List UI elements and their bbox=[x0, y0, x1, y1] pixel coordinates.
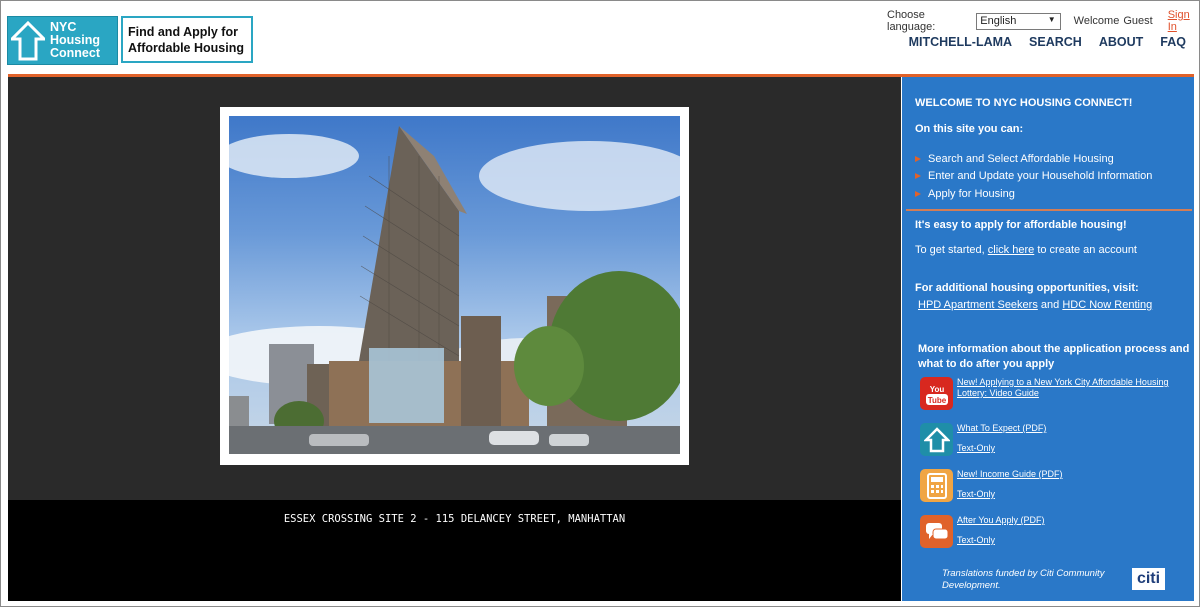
easy-apply-title: It's easy to apply for affordable housin… bbox=[915, 219, 1127, 231]
language-value: English bbox=[980, 14, 1017, 27]
income-guide-link[interactable]: New! Income Guide (PDF) Text-Only bbox=[957, 469, 1063, 500]
bullet-arrow-icon bbox=[915, 155, 921, 162]
main-nav: MITCHELL-LAMA SEARCH ABOUT FAQ bbox=[909, 35, 1186, 49]
hdc-now-renting-link[interactable]: HDC Now Renting bbox=[1062, 299, 1152, 311]
logo-badge[interactable]: NYC Housing Connect bbox=[7, 16, 118, 65]
create-account-link[interactable]: click here bbox=[988, 244, 1034, 256]
choose-language-label: Choose language: bbox=[887, 9, 936, 33]
easy-apply-title-text: It's easy to apply for affordable housin… bbox=[915, 219, 1127, 231]
citi-logo: citi bbox=[1132, 568, 1165, 590]
get-started-suffix: to create an account bbox=[1037, 244, 1137, 256]
chat-icon bbox=[920, 515, 953, 548]
house-icon bbox=[8, 16, 48, 65]
partner-links: HPD Apartment Seekers and HDC Now Rentin… bbox=[918, 299, 1152, 311]
language-select[interactable]: English ▼ bbox=[976, 12, 1061, 30]
resource-after-you-apply[interactable]: After You Apply (PDF) Text-Only bbox=[920, 515, 1045, 548]
additional-title: For additional housing opportunities, vi… bbox=[915, 282, 1139, 294]
feature-list: Search and Select Affordable Housing Ent… bbox=[915, 150, 1152, 203]
youtube-icon: You Tube bbox=[920, 377, 953, 410]
resource-label: After You Apply (PDF) bbox=[957, 515, 1045, 525]
svg-text:Tube: Tube bbox=[927, 396, 946, 405]
and-text: and bbox=[1040, 299, 1060, 311]
hpd-apartment-seekers-link[interactable]: HPD Apartment Seekers bbox=[918, 299, 1038, 311]
logo-text: NYC Housing Connect bbox=[50, 21, 100, 60]
what-to-expect-link[interactable]: What To Expect (PDF) Text-Only bbox=[957, 423, 1046, 454]
list-item: Search and Select Affordable Housing bbox=[915, 150, 1152, 168]
bullet-arrow-icon bbox=[915, 190, 921, 197]
more-info-line-1: More information about the application p… bbox=[918, 343, 1190, 355]
resource-income-guide[interactable]: New! Income Guide (PDF) Text-Only bbox=[920, 469, 1063, 502]
resource-label: New! Income Guide (PDF) bbox=[957, 469, 1063, 479]
site-logo[interactable]: NYC Housing Connect Find and Apply for A… bbox=[7, 16, 253, 65]
welcome-title: WELCOME TO NYC HOUSING CONNECT! bbox=[915, 97, 1132, 109]
nav-faq[interactable]: FAQ bbox=[1160, 35, 1186, 49]
tagline-line-2: Affordable Housing bbox=[128, 41, 244, 55]
resource-video-guide[interactable]: You Tube New! Applying to a New York City… bbox=[920, 377, 1168, 410]
resource-label: New! Applying to a New York City Afforda… bbox=[957, 377, 1169, 387]
get-started-text: To get started, click here to create an … bbox=[915, 244, 1137, 256]
additional-title-text: For additional housing opportunities, vi… bbox=[915, 282, 1139, 294]
featured-panel: ESSEX CROSSING SITE 2 - 115 DELANCEY STR… bbox=[8, 77, 901, 601]
welcome-label: Welcome bbox=[1073, 15, 1120, 27]
bullet-arrow-icon bbox=[915, 173, 921, 180]
resource-what-to-expect[interactable]: What To Expect (PDF) Text-Only bbox=[920, 423, 1046, 456]
list-item-label: Search and Select Affordable Housing bbox=[928, 152, 1114, 165]
list-item-label: Enter and Update your Household Informat… bbox=[928, 170, 1153, 183]
get-started-prefix: To get started, bbox=[915, 244, 985, 256]
intro-text: On this site you can: bbox=[915, 123, 1023, 135]
resource-label: Lottery: Video Guide bbox=[957, 388, 1039, 398]
sidebar-divider bbox=[906, 209, 1192, 211]
list-item-label: Apply for Housing bbox=[928, 187, 1015, 200]
text-only-link[interactable]: Text-Only bbox=[957, 443, 1046, 454]
house-icon bbox=[920, 423, 953, 456]
translation-credit: Translations funded by Citi Community De… bbox=[942, 568, 1105, 591]
list-item: Enter and Update your Household Informat… bbox=[915, 168, 1152, 186]
text-only-link[interactable]: Text-Only bbox=[957, 489, 1063, 500]
video-guide-link[interactable]: New! Applying to a New York City Afforda… bbox=[957, 377, 1168, 399]
welcome-sidebar: WELCOME TO NYC HOUSING CONNECT! On this … bbox=[902, 77, 1194, 601]
logo-line-3: Connect bbox=[50, 46, 100, 60]
featured-photo-frame[interactable] bbox=[220, 107, 689, 465]
nav-search[interactable]: SEARCH bbox=[1029, 35, 1082, 49]
tagline: Find and Apply for Affordable Housing bbox=[121, 16, 253, 63]
more-info-line-2: what to do after you apply bbox=[918, 358, 1055, 370]
svg-text:You: You bbox=[929, 385, 944, 394]
after-you-apply-link[interactable]: After You Apply (PDF) Text-Only bbox=[957, 515, 1045, 546]
caption-bar: ESSEX CROSSING SITE 2 - 115 DELANCEY STR… bbox=[8, 500, 901, 601]
more-info-title: More information about the application p… bbox=[918, 342, 1189, 372]
sign-in-link[interactable]: Sign In bbox=[1168, 9, 1200, 33]
resource-label: What To Expect (PDF) bbox=[957, 423, 1047, 433]
text-only-link[interactable]: Text-Only bbox=[957, 535, 1045, 546]
chevron-down-icon: ▼ bbox=[1047, 14, 1056, 24]
citi-logo-text: citi bbox=[1136, 570, 1161, 587]
photo-caption: ESSEX CROSSING SITE 2 - 115 DELANCEY STR… bbox=[283, 513, 626, 525]
nav-mitchell-lama[interactable]: MITCHELL-LAMA bbox=[909, 35, 1012, 49]
calculator-icon bbox=[920, 469, 953, 502]
tagline-line-1: Find and Apply for bbox=[128, 25, 238, 39]
nav-about[interactable]: ABOUT bbox=[1099, 35, 1143, 49]
featured-building-photo[interactable] bbox=[229, 116, 680, 454]
welcome-title-text: WELCOME TO NYC HOUSING CONNECT! bbox=[915, 97, 1133, 109]
user-name: Guest bbox=[1123, 15, 1153, 27]
list-item: Apply for Housing bbox=[915, 185, 1152, 203]
utility-bar: Choose language: English ▼ Welcome Guest… bbox=[887, 9, 1200, 33]
intro-text-bold: On this site you can: bbox=[915, 123, 1024, 135]
